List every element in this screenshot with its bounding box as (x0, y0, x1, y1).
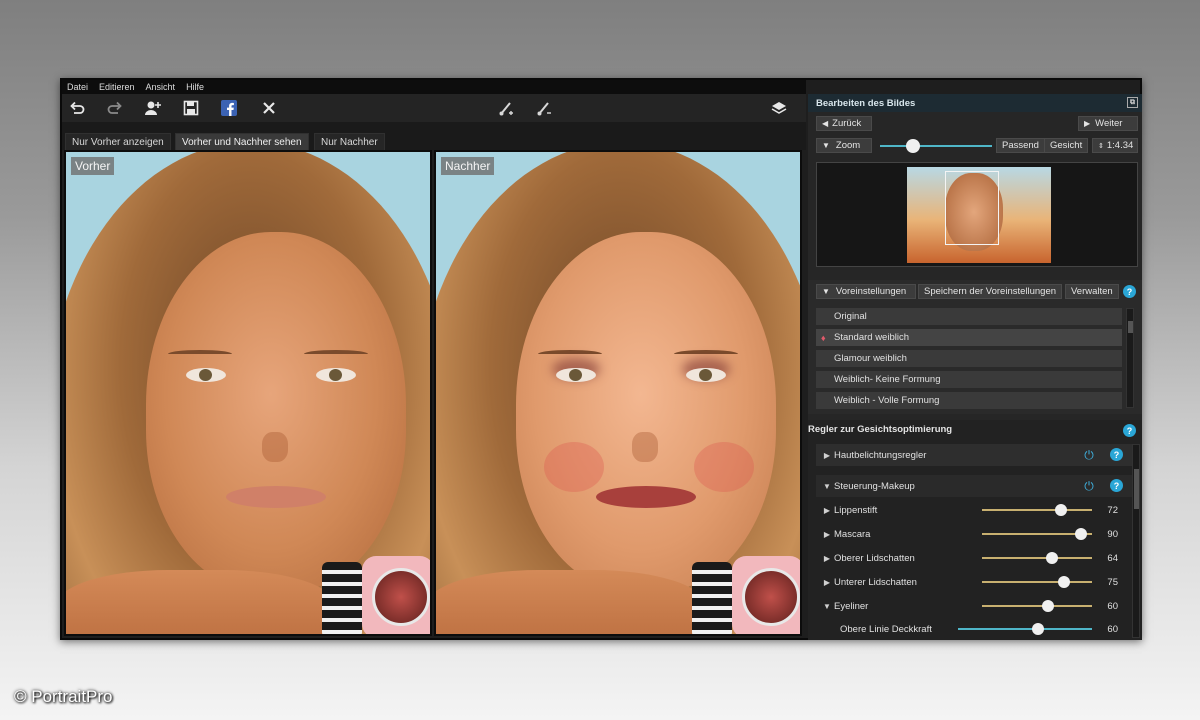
chevron-down-icon: ▼ (823, 481, 831, 491)
toolbar (62, 94, 806, 122)
close-icon[interactable] (258, 98, 280, 118)
upper-eyeshadow-slider[interactable] (982, 552, 1092, 564)
controls-scrollbar[interactable] (1132, 444, 1140, 638)
upper-line-opacity-slider[interactable] (958, 623, 1092, 635)
stepper-icon: ⇕ (1098, 142, 1104, 150)
chevron-down-icon[interactable]: ▼ (820, 602, 834, 611)
redo-icon[interactable] (104, 98, 126, 118)
menu-bar: Datei Editieren Ansicht Hilfe (62, 80, 806, 94)
lipstick-slider[interactable] (982, 504, 1092, 516)
slider-row-lipstick: ▶ Lippenstift 72 (816, 499, 1134, 521)
chevron-down-icon: ▼ (822, 141, 830, 150)
view-tabs: Nur Vorher anzeigen Vorher und Nachher s… (62, 122, 806, 150)
help-icon[interactable]: ? (1123, 424, 1136, 437)
brush-minus-icon[interactable] (534, 98, 556, 118)
navigator-view-frame[interactable] (945, 171, 999, 245)
group-makeup[interactable]: ▼ Steuerung-Makeup ⏻ ? (816, 475, 1134, 497)
preset-item-glamour[interactable]: Glamour weiblich (816, 350, 1122, 367)
fit-button[interactable]: Passend (996, 138, 1045, 153)
tab-after-only[interactable]: Nur Nachher (314, 133, 385, 150)
chevron-down-icon: ▼ (822, 287, 830, 296)
before-photo[interactable]: Vorher (64, 150, 432, 636)
power-icon[interactable]: ⏻ (1082, 448, 1096, 462)
chevron-right-icon[interactable]: ▶ (820, 506, 834, 515)
after-photo[interactable]: Nachher (434, 150, 802, 636)
face-controls-title: Regler zur Gesichtsoptimierung (808, 424, 953, 435)
mascara-slider[interactable] (982, 528, 1092, 540)
zoom-slider-knob[interactable] (906, 139, 920, 153)
detach-icon[interactable]: ⧉ (1127, 97, 1138, 108)
face (146, 232, 406, 592)
help-icon[interactable]: ? (1110, 479, 1123, 492)
preset-item-no-shaping[interactable]: Weiblich- Keine Formung (816, 371, 1122, 388)
preset-item-full-shaping[interactable]: Weiblich - Volle Formung (816, 392, 1122, 409)
tab-before-after[interactable]: Vorher und Nachher sehen (175, 133, 309, 150)
right-panel: Bearbeiten des Bildes ⧉ ◀ Zurück ▶ Weite… (808, 94, 1142, 640)
help-icon[interactable]: ? (1123, 285, 1136, 298)
menu-editieren[interactable]: Editieren (99, 82, 135, 92)
add-person-icon[interactable] (142, 98, 164, 118)
slider-row-mascara: ▶ Mascara 90 (816, 523, 1134, 545)
undo-icon[interactable] (66, 98, 88, 118)
lips (596, 486, 696, 508)
lips (226, 486, 326, 508)
slider-row-upper-line-opacity: Obere Linie Deckkraft 60 (840, 623, 1118, 635)
navigator-box (816, 162, 1138, 267)
chevron-left-icon: ◀ (822, 119, 829, 128)
menu-hilfe[interactable]: Hilfe (186, 82, 204, 92)
chevron-right-icon[interactable]: ▶ (820, 554, 834, 563)
before-label: Vorher (71, 157, 115, 175)
power-icon[interactable]: ⏻ (1082, 479, 1096, 493)
tab-before-only[interactable]: Nur Vorher anzeigen (65, 133, 171, 150)
facebook-icon[interactable] (218, 98, 240, 118)
help-icon[interactable]: ? (1110, 448, 1123, 461)
face-button[interactable]: Gesicht (1044, 138, 1089, 153)
zoom-toggle[interactable]: ▼ Zoom (816, 138, 872, 153)
eyeliner-slider[interactable] (982, 600, 1092, 612)
save-presets-button[interactable]: Speichern der Voreinstellungen (918, 284, 1063, 299)
edit-section-title: Bearbeiten des Bildes (816, 97, 916, 109)
watch (732, 556, 800, 634)
menu-datei[interactable]: Datei (67, 82, 88, 92)
save-icon[interactable] (180, 98, 202, 118)
layers-icon[interactable] (768, 98, 790, 118)
pin-icon: ♦ (821, 332, 826, 343)
next-button[interactable]: ▶ Weiter (1078, 116, 1138, 131)
presets-toggle[interactable]: ▼ Voreinstellungen (816, 284, 916, 299)
preset-item-standard[interactable]: ♦ Standard weiblich (816, 329, 1122, 346)
edit-section-header: Bearbeiten des Bildes ⧉ (808, 94, 1142, 112)
lower-eyeshadow-slider[interactable] (982, 576, 1092, 588)
after-label: Nachher (441, 157, 495, 175)
manage-presets-button[interactable]: Verwalten (1065, 284, 1119, 299)
brush-plus-icon[interactable] (496, 98, 518, 118)
slider-row-upper-eyeshadow: ▶ Oberer Lidschatten 64 (816, 547, 1134, 569)
preset-scrollbar[interactable] (1126, 308, 1134, 408)
slider-row-lower-eyeshadow: ▶ Unterer Lidschatten 75 (816, 571, 1134, 593)
chevron-right-icon: ▶ (823, 450, 831, 460)
face (516, 232, 776, 592)
slider-row-eyeliner: ▼ Eyeliner 60 (816, 595, 1134, 617)
copyright-watermark: © PortraitPro (14, 687, 113, 706)
chevron-right-icon: ▶ (1084, 119, 1091, 128)
preset-item-original[interactable]: Original (816, 308, 1122, 325)
menu-ansicht[interactable]: Ansicht (146, 82, 176, 92)
zoom-ratio-field[interactable]: ⇕ 1:4.34 (1092, 138, 1138, 153)
group-skin-exposure[interactable]: ▶ Hautbelichtungsregler ⏻ ? (816, 444, 1134, 466)
back-button[interactable]: ◀ Zurück (816, 116, 872, 131)
watch (362, 556, 430, 634)
preset-list: Original ♦ Standard weiblich Glamour wei… (816, 308, 1134, 410)
chevron-right-icon[interactable]: ▶ (820, 578, 834, 587)
chevron-right-icon[interactable]: ▶ (820, 530, 834, 539)
zoom-slider[interactable] (880, 139, 992, 153)
app-window: Datei Editieren Ansicht Hilfe Nur Vorher… (60, 78, 1142, 640)
